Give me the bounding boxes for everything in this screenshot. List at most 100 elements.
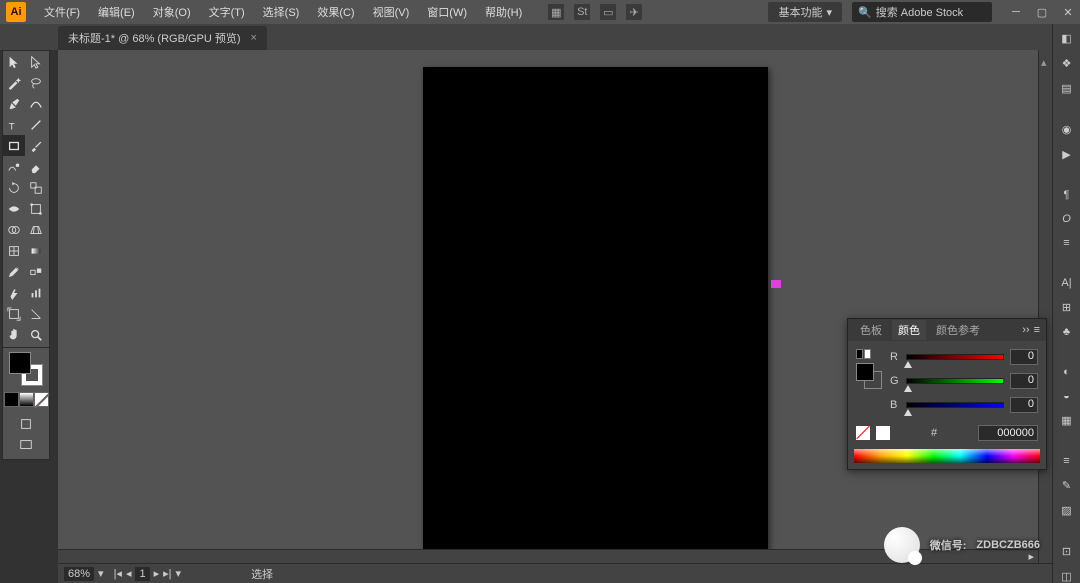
- width-tool[interactable]: [3, 198, 25, 219]
- rectangle-tool[interactable]: [3, 135, 25, 156]
- panel-fill-swatch[interactable]: [856, 363, 874, 381]
- curvature-tool[interactable]: [25, 93, 47, 114]
- color-guide-panel-icon[interactable]: ◒: [1058, 390, 1076, 402]
- bridge-icon[interactable]: ▦: [548, 4, 564, 20]
- gradient-mode-swatch[interactable]: [19, 392, 34, 407]
- properties-panel-icon[interactable]: ◧: [1058, 32, 1076, 45]
- hex-input[interactable]: [978, 425, 1038, 441]
- fill-swatch[interactable]: [9, 352, 31, 374]
- slice-tool[interactable]: [25, 303, 47, 324]
- selection-tool[interactable]: [3, 51, 25, 72]
- none-swatch[interactable]: [856, 426, 870, 440]
- zoom-value[interactable]: 68%: [64, 567, 94, 581]
- close-tab-icon[interactable]: ×: [251, 32, 257, 44]
- transform-panel-icon[interactable]: ⊡: [1058, 545, 1076, 558]
- close-button[interactable]: ✕: [1062, 6, 1074, 18]
- zoom-control[interactable]: 68% ▾: [64, 567, 104, 581]
- gpu-icon[interactable]: ✈: [626, 4, 642, 20]
- column-graph-tool[interactable]: [25, 282, 47, 303]
- perspective-grid-tool[interactable]: [25, 219, 47, 240]
- artboard-tool[interactable]: [3, 303, 25, 324]
- color-spectrum[interactable]: [854, 449, 1040, 463]
- search-stock-input[interactable]: 🔍 搜索 Adobe Stock: [852, 2, 992, 22]
- pen-tool[interactable]: [3, 93, 25, 114]
- menu-window[interactable]: 窗口(W): [419, 1, 475, 23]
- swatches-tab[interactable]: 色板: [854, 320, 888, 340]
- graphic-styles-panel-icon[interactable]: ▶: [1058, 148, 1076, 161]
- workspace-switcher[interactable]: 基本功能 ▾: [768, 2, 842, 22]
- red-value[interactable]: 0: [1010, 349, 1038, 365]
- type-tool[interactable]: T: [3, 114, 25, 135]
- scroll-right-arrow[interactable]: ▸: [1028, 550, 1034, 563]
- eyedropper-tool[interactable]: [3, 261, 25, 282]
- shape-builder-tool[interactable]: [3, 219, 25, 240]
- line-tool[interactable]: [25, 114, 47, 135]
- swap-fill-stroke-icon[interactable]: [864, 349, 871, 359]
- swatches-panel-icon[interactable]: ▦: [1058, 414, 1076, 427]
- zoom-dropdown-icon[interactable]: ▾: [98, 567, 104, 580]
- minimize-button[interactable]: ─: [1010, 6, 1022, 18]
- menu-file[interactable]: 文件(F): [36, 1, 88, 23]
- paragraph-panel-icon[interactable]: ≡: [1058, 237, 1076, 249]
- none-mode-swatch[interactable]: [34, 392, 49, 407]
- green-slider[interactable]: [906, 378, 1004, 384]
- menu-type[interactable]: 文字(T): [201, 1, 253, 23]
- artboard-next-icon[interactable]: ▸: [154, 567, 160, 580]
- direct-selection-tool[interactable]: [25, 51, 47, 72]
- scale-tool[interactable]: [25, 177, 47, 198]
- eraser-tool[interactable]: [25, 156, 47, 177]
- panel-menu-icon[interactable]: ≡: [1034, 324, 1040, 336]
- appearance-panel-icon[interactable]: ◉: [1058, 123, 1076, 136]
- glyphs-panel-icon[interactable]: A|: [1058, 277, 1076, 289]
- horizontal-scrollbar[interactable]: ▸: [58, 549, 1038, 563]
- screen-mode-button[interactable]: [15, 434, 37, 455]
- lasso-tool[interactable]: [25, 72, 47, 93]
- opentype-panel-icon[interactable]: O: [1058, 213, 1076, 225]
- fill-stroke-swatch[interactable]: [9, 352, 43, 386]
- green-value[interactable]: 0: [1010, 373, 1038, 389]
- draw-mode-normal[interactable]: [15, 413, 37, 434]
- transparency-panel-icon[interactable]: ▨: [1058, 504, 1076, 517]
- stroke-panel-icon[interactable]: ≡: [1058, 455, 1076, 467]
- hand-tool[interactable]: [3, 324, 25, 345]
- menu-edit[interactable]: 编辑(E): [90, 1, 143, 23]
- collapse-panel-icon[interactable]: ››: [1022, 324, 1029, 336]
- artboard-prev-icon[interactable]: ◂: [126, 567, 132, 580]
- brushes-panel-icon[interactable]: ✎: [1058, 479, 1076, 492]
- artboard[interactable]: [423, 67, 768, 552]
- symbol-sprayer-tool[interactable]: [3, 282, 25, 303]
- gradient-tool[interactable]: [25, 240, 47, 261]
- align-panel-icon[interactable]: ⊞: [1058, 301, 1076, 314]
- free-transform-tool[interactable]: [25, 198, 47, 219]
- artboard-first-icon[interactable]: |◂: [114, 567, 122, 580]
- maximize-button[interactable]: ▢: [1036, 6, 1048, 18]
- shaper-tool[interactable]: [3, 156, 25, 177]
- document-tab[interactable]: 未标题-1* @ 68% (RGB/GPU 预览) ×: [58, 26, 267, 50]
- magic-wand-tool[interactable]: [3, 72, 25, 93]
- artboard-number[interactable]: 1: [135, 567, 149, 581]
- layers-panel-icon[interactable]: ❖: [1058, 57, 1076, 70]
- pathfinder-panel-icon[interactable]: ◫: [1058, 570, 1076, 583]
- menu-object[interactable]: 对象(O): [145, 1, 199, 23]
- red-slider[interactable]: [906, 354, 1004, 360]
- scroll-up-arrow[interactable]: ▴: [1041, 56, 1051, 66]
- blend-tool[interactable]: [25, 261, 47, 282]
- canvas-area[interactable]: ▴ ▸: [58, 50, 1052, 563]
- rotate-tool[interactable]: [3, 177, 25, 198]
- color-panel-icon[interactable]: ◐: [1058, 366, 1076, 378]
- symbols-panel-icon[interactable]: ♣: [1058, 326, 1076, 338]
- character-panel-icon[interactable]: ¶: [1058, 189, 1076, 201]
- panel-fill-stroke[interactable]: [856, 363, 882, 389]
- libraries-panel-icon[interactable]: ▤: [1058, 82, 1076, 95]
- artboard-last-icon[interactable]: ▸|: [163, 567, 171, 580]
- menu-view[interactable]: 视图(V): [365, 1, 418, 23]
- menu-effect[interactable]: 效果(C): [309, 1, 362, 23]
- color-guide-tab[interactable]: 颜色参考: [930, 320, 986, 340]
- color-tab[interactable]: 颜色: [892, 320, 926, 340]
- blue-value[interactable]: 0: [1010, 397, 1038, 413]
- menu-help[interactable]: 帮助(H): [477, 1, 530, 23]
- paintbrush-tool[interactable]: [25, 135, 47, 156]
- vertical-scrollbar[interactable]: ▴: [1038, 50, 1052, 563]
- color-mode-swatch[interactable]: [4, 392, 19, 407]
- blue-slider[interactable]: [906, 402, 1004, 408]
